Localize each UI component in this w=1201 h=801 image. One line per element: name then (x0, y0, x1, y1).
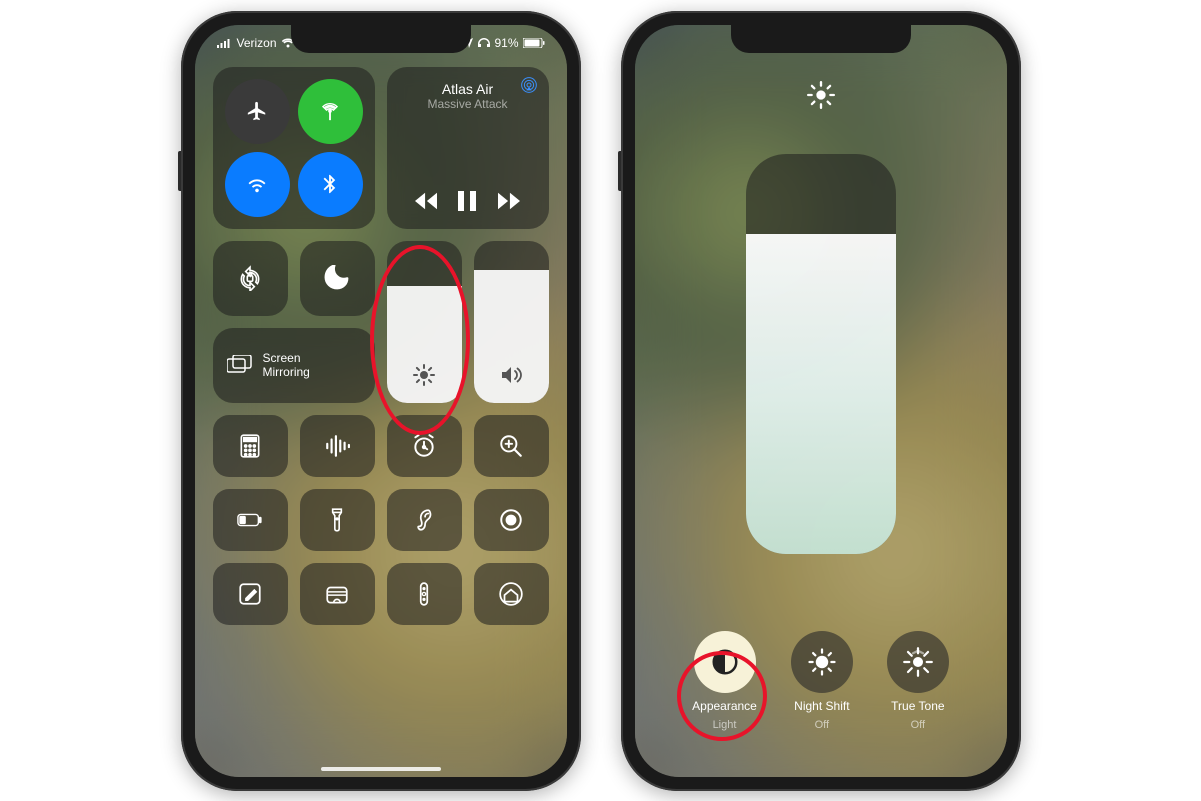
hearing-tile[interactable] (387, 489, 462, 551)
notch (731, 25, 911, 53)
orientation-lock-icon (237, 265, 263, 291)
airplane-mode-toggle[interactable] (225, 79, 290, 144)
airplane-icon (246, 100, 268, 122)
now-playing-title: Atlas Air (397, 81, 539, 97)
screen-mirroring-button[interactable]: Screen Mirroring (213, 328, 375, 403)
brightness-icon (412, 363, 436, 387)
screen-control-center: Verizon 91% (195, 25, 567, 777)
remote-tile[interactable] (387, 563, 462, 625)
home-tile[interactable] (474, 563, 549, 625)
bluetooth-icon (319, 173, 341, 195)
appearance-icon (710, 647, 740, 677)
magnifier-tile[interactable] (474, 415, 549, 477)
home-icon (498, 581, 524, 607)
cellular-data-toggle[interactable] (298, 79, 363, 144)
connectivity-panel[interactable] (213, 67, 375, 229)
wallet-tile[interactable] (300, 563, 375, 625)
signal-bars-icon (217, 38, 233, 48)
calculator-tile[interactable] (213, 415, 288, 477)
screen-record-tile[interactable] (474, 489, 549, 551)
battery-low-icon (237, 507, 263, 533)
appearance-label: Appearance (692, 699, 757, 713)
flashlight-icon (324, 507, 350, 533)
flashlight-tile[interactable] (300, 489, 375, 551)
bluetooth-toggle[interactable] (298, 152, 363, 217)
remote-icon (411, 581, 437, 607)
night-shift-toggle[interactable]: Night Shift Off (791, 631, 853, 731)
iphone-device-left: Verizon 91% (181, 11, 581, 791)
brightness-header-icon (807, 81, 835, 114)
alarm-icon (411, 433, 437, 459)
notes-tile[interactable] (213, 563, 288, 625)
true-tone-label: True Tone (891, 699, 944, 713)
iphone-device-right: Appearance Light Night Shift Off True To… (621, 11, 1021, 791)
prev-track-button[interactable] (415, 192, 437, 210)
night-shift-icon (807, 647, 837, 677)
volume-icon (499, 363, 523, 387)
do-not-disturb-toggle[interactable] (300, 241, 375, 316)
screen-brightness-detail: Appearance Light Night Shift Off True To… (635, 25, 1007, 777)
appearance-value: Light (713, 719, 737, 731)
screen-mirror-label: Screen Mirroring (263, 351, 310, 379)
wallet-icon (324, 581, 350, 607)
battery-icon (523, 38, 545, 48)
record-icon (498, 507, 524, 533)
wifi-icon (246, 173, 268, 195)
screen-mirror-icon (227, 355, 253, 375)
notch (291, 25, 471, 53)
compose-icon (237, 581, 263, 607)
orientation-lock-toggle[interactable] (213, 241, 288, 316)
appearance-toggle[interactable]: Appearance Light (692, 631, 757, 731)
brightness-slider[interactable] (387, 241, 462, 403)
brightness-slider-large[interactable] (746, 154, 896, 554)
true-tone-value: Off (911, 719, 925, 731)
true-tone-icon (903, 647, 933, 677)
now-playing-panel[interactable]: Atlas Air Massive Attack (387, 67, 549, 229)
volume-slider[interactable] (474, 241, 549, 403)
now-playing-artist: Massive Attack (397, 97, 539, 111)
airplay-icon[interactable] (521, 77, 537, 98)
ear-icon (411, 507, 437, 533)
night-shift-label: Night Shift (794, 699, 849, 713)
low-power-tile[interactable] (213, 489, 288, 551)
alarm-tile[interactable] (387, 415, 462, 477)
magnifier-icon (498, 433, 524, 459)
calculator-icon (237, 433, 263, 459)
next-track-button[interactable] (498, 192, 520, 210)
play-pause-button[interactable] (458, 191, 476, 211)
moon-icon (324, 265, 350, 291)
headphones-status-icon (478, 38, 490, 48)
true-tone-toggle[interactable]: True Tone Off (887, 631, 949, 731)
night-shift-value: Off (815, 719, 829, 731)
home-indicator[interactable] (321, 767, 441, 771)
cellular-icon (319, 100, 341, 122)
carrier-label: Verizon (237, 36, 277, 50)
battery-percent: 91% (494, 36, 518, 50)
wifi-toggle[interactable] (225, 152, 290, 217)
controls-grid (213, 415, 549, 625)
voice-memos-tile[interactable] (300, 415, 375, 477)
waveform-icon (324, 433, 350, 459)
